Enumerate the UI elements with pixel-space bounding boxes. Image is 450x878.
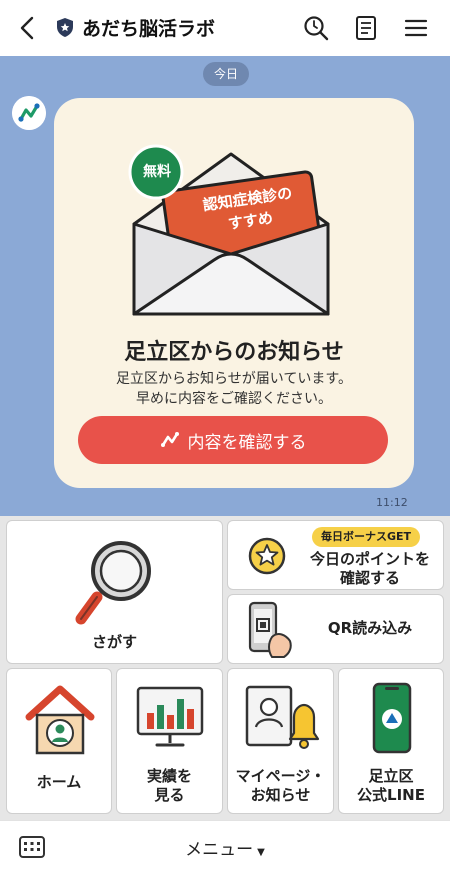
menu-mypage-label-line1: マイページ・: [235, 767, 326, 785]
menu-home-label: ホーム: [36, 773, 82, 791]
menu-footer: メニュー ▼: [0, 820, 450, 878]
page-title: あだち脳活ラボ: [82, 18, 216, 40]
profile-bell-icon: [245, 685, 320, 749]
magnifier-icon: [75, 541, 151, 625]
chat-area[interactable]: 今日 無料 認知症検診の すすめ 足立区からのお知らせ 足立区からお知らせが届い…: [0, 56, 450, 516]
shield-icon: [57, 18, 73, 37]
menu-home-tile[interactable]: ホーム: [6, 668, 112, 814]
phone-line-icon: [372, 682, 412, 754]
menu-points-label-line1: 今日のポイントを: [309, 550, 430, 568]
menu-adachi-line-label-line1: 足立区: [368, 767, 414, 785]
menu-points-label-line2: 確認する: [339, 569, 400, 587]
menu-search-label: さがす: [91, 633, 137, 651]
menu-adachi-line-tile[interactable]: 足立区 公式LINE: [338, 668, 444, 814]
daily-bonus-badge: 毎日ボーナスGET: [312, 527, 421, 547]
date-separator: 今日: [203, 62, 249, 86]
message-timestamp: 11:12: [376, 496, 408, 509]
confirm-content-button[interactable]: 内容を確認する: [78, 416, 388, 464]
phone-qr-icon: [248, 601, 292, 658]
search-icon[interactable]: [302, 14, 330, 42]
menu-icon[interactable]: [402, 14, 430, 42]
keyboard-icon[interactable]: [18, 835, 46, 859]
menu-mypage-tile[interactable]: マイページ・ お知らせ: [227, 668, 334, 814]
star-coin-icon: [248, 537, 286, 575]
home-icon: [25, 685, 95, 755]
menu-points-tile[interactable]: 毎日ボーナスGET 今日のポイントを 確認する: [227, 520, 444, 590]
bar-chart-monitor-icon: [136, 686, 204, 747]
caret-down-icon: ▼: [257, 847, 265, 858]
brand-mark-icon: [160, 432, 179, 447]
menu-results-label-line2: 見る: [154, 786, 185, 804]
menu-results-tile[interactable]: 実績を 見る: [116, 668, 223, 814]
menu-qr-label: QR読み込み: [327, 619, 413, 637]
rich-menu: さがす 毎日ボーナスGET 今日のポイントを 確認する QR読み込み ホーム 実…: [0, 516, 450, 820]
menu-toggle-button[interactable]: メニュー ▼: [160, 835, 290, 860]
notice-body-line1: 足立区からお知らせが届いています。: [116, 371, 352, 387]
menu-mypage-label-line2: お知らせ: [250, 786, 311, 804]
menu-qr-tile[interactable]: QR読み込み: [227, 594, 444, 664]
menu-adachi-line-label-line2: 公式LINE: [357, 786, 425, 804]
chevron-left-icon[interactable]: [14, 14, 42, 42]
free-badge-label: 無料: [143, 164, 171, 180]
menu-search-tile[interactable]: さがす: [6, 520, 223, 664]
menu-toggle-label: メニュー: [185, 840, 254, 860]
message-card[interactable]: 無料 認知症検診の すすめ 足立区からのお知らせ 足立区からお知らせが届いていま…: [54, 98, 414, 488]
menu-results-label-line1: 実績を: [146, 767, 192, 785]
note-icon[interactable]: [352, 14, 380, 42]
notice-body-line2: 早めに内容をご確認ください。: [136, 391, 332, 407]
notice-title: 足立区からのお知らせ: [124, 340, 344, 365]
brand-logo-icon[interactable]: [12, 96, 46, 130]
app-header: あだち脳活ラボ: [0, 0, 450, 56]
confirm-content-label: 内容を確認する: [187, 432, 307, 453]
